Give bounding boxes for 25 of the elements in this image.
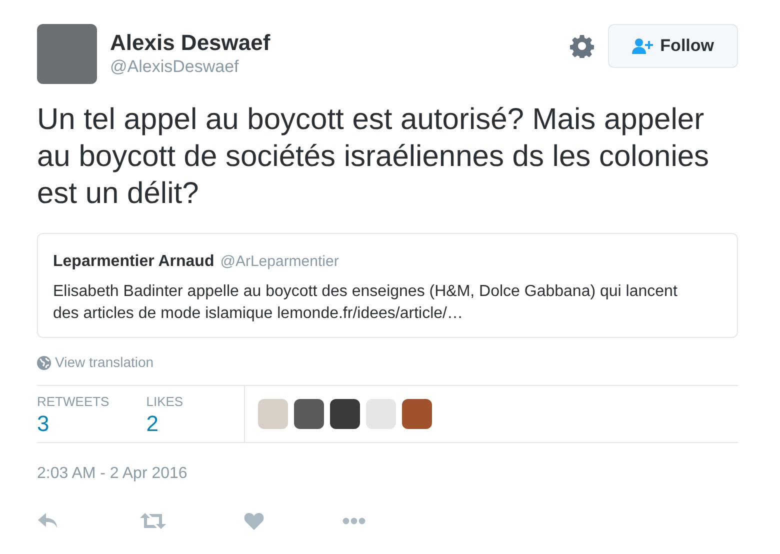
quoted-tweet-card[interactable]: Leparmentier Arnaud @ArLeparmentier Elisabeth Badinter appelle au boycott des enseignes (H&M, Dolce Gabbana) qui lancent des articles de mode islamique lemonde.fr/idees/article/… [37,233,738,338]
tweet-timestamp: 2:03 AM - 2 Apr 2016 [37,464,188,484]
liker-avatar-photo-placeholder[interactable] [330,399,360,429]
heart-icon[interactable] [244,512,264,530]
follow-button[interactable]: Follow [608,24,738,68]
stat-label: LIKES [146,394,184,410]
stat-count[interactable]: 2 [146,410,184,438]
tweet-text: Un tel appel au boycott est autorisé? Mais appeler au boycott de sociétés israéliennes ds les colonies est un délit? [37,102,710,212]
reply-icon[interactable] [38,513,60,529]
author-handle[interactable]: @AlexisDeswaef [110,56,270,78]
quoted-author-name: Leparmentier Arnaud [53,252,214,272]
liker-avatar-photo-placeholder[interactable] [402,399,432,429]
stat-count[interactable]: 3 [37,410,110,438]
view-translation-link[interactable]: View translation [37,352,738,373]
quoted-tweet-text: Elisabeth Badinter appelle au boycott des enseignes (H&M, Dolce Gabbana) qui lancent des articles de mode islamique lemonde.fr/idees/article/… [53,282,678,324]
quoted-author-handle: @ArLeparmentier [220,252,339,272]
globe-icon [37,356,51,370]
add-user-icon [632,38,654,54]
settings-icon[interactable] [570,34,594,58]
stat-label: RETWEETS [37,394,110,410]
more-icon[interactable] [342,517,366,525]
author-name[interactable]: Alexis Deswaef [110,30,270,56]
retweet-icon[interactable] [140,513,166,529]
avatar-photo-placeholder[interactable] [37,24,97,84]
liker-avatar-photo-placeholder[interactable] [294,399,324,429]
